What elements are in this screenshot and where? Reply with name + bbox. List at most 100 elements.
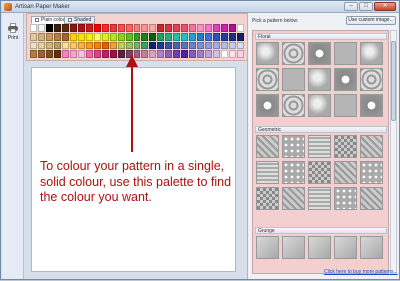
colour-swatch[interactable] [45,50,53,58]
pattern-tile[interactable] [282,68,305,91]
colour-swatch[interactable] [237,32,244,41]
pattern-tile[interactable] [282,135,305,158]
pattern-tile[interactable] [282,161,305,184]
colour-swatch[interactable] [101,32,109,41]
pattern-tile[interactable] [360,161,383,184]
colour-swatch[interactable] [53,50,61,58]
colour-swatch[interactable] [93,41,101,50]
colour-swatch[interactable] [213,50,221,58]
colour-swatch[interactable] [237,50,244,58]
pattern-tile[interactable] [360,187,383,210]
colour-swatch[interactable] [213,41,221,50]
minimize-button[interactable]: – [344,2,358,11]
title-bar[interactable]: Artisan Paper Maker – □ ✕ [1,1,399,13]
colour-swatch[interactable] [117,32,125,41]
colour-swatch[interactable] [197,32,205,41]
pattern-tile[interactable] [334,68,357,91]
colour-swatch[interactable] [221,32,229,41]
colour-swatch[interactable] [85,24,93,32]
colour-swatch[interactable] [45,32,53,41]
colour-swatch[interactable] [165,50,173,58]
colour-swatch[interactable] [125,50,133,58]
pattern-tile[interactable] [282,94,305,117]
pattern-tile[interactable] [308,161,331,184]
colour-swatch[interactable] [197,24,205,32]
colour-swatch[interactable] [117,50,125,58]
colour-swatch[interactable] [69,32,77,41]
colour-swatch[interactable] [77,32,85,41]
colour-swatch[interactable] [109,50,117,58]
colour-swatch[interactable] [229,41,237,50]
scroll-thumb[interactable] [391,41,396,121]
colour-swatch[interactable] [61,50,69,58]
pattern-tile[interactable] [334,187,357,210]
colour-swatch[interactable] [149,50,157,58]
colour-swatch[interactable] [181,41,189,50]
pattern-tile[interactable] [308,236,331,259]
colour-swatch[interactable] [133,32,141,41]
colour-swatch[interactable] [53,24,61,32]
colour-swatch[interactable] [109,32,117,41]
colour-swatch[interactable] [53,41,61,50]
colour-swatch[interactable] [125,24,133,32]
pattern-tile[interactable] [308,187,331,210]
colour-swatch[interactable] [141,41,149,50]
colour-swatch[interactable] [229,24,237,32]
colour-swatch[interactable] [197,50,205,58]
pattern-tile[interactable] [256,236,279,259]
colour-swatch[interactable] [30,50,37,58]
colour-swatch[interactable] [205,50,213,58]
pattern-tile[interactable] [308,68,331,91]
colour-swatch[interactable] [93,50,101,58]
colour-swatch[interactable] [93,24,101,32]
gallery-scrollbar[interactable] [390,30,397,274]
colour-swatch[interactable] [37,24,45,32]
colour-swatch[interactable] [61,41,69,50]
colour-swatch[interactable] [205,32,213,41]
colour-swatch[interactable] [37,32,45,41]
colour-swatch[interactable] [157,41,165,50]
pattern-tile[interactable] [308,42,331,65]
colour-swatch[interactable] [165,32,173,41]
pattern-tile[interactable] [360,94,383,117]
pattern-tile[interactable] [256,135,279,158]
colour-swatch[interactable] [165,41,173,50]
pattern-tile[interactable] [256,42,279,65]
colour-swatch[interactable] [205,24,213,32]
colour-swatch[interactable] [189,24,197,32]
use-custom-image-button[interactable]: Use custom image... [346,16,396,25]
colour-swatch[interactable] [157,50,165,58]
colour-swatch[interactable] [165,24,173,32]
pattern-tile[interactable] [282,187,305,210]
colour-swatch[interactable] [213,24,221,32]
buy-more-patterns-link[interactable]: Click here to buy more patterns... [324,269,398,275]
pattern-tile[interactable] [334,135,357,158]
pattern-tile[interactable] [282,236,305,259]
colour-swatch[interactable] [45,24,53,32]
colour-swatch[interactable] [141,24,149,32]
colour-swatch[interactable] [173,24,181,32]
colour-swatch[interactable] [237,24,244,32]
colour-swatch[interactable] [197,41,205,50]
colour-swatch[interactable] [173,41,181,50]
tab-shaded[interactable]: Shaded [64,16,96,24]
colour-swatch[interactable] [141,50,149,58]
colour-swatch[interactable] [30,32,37,41]
colour-swatch[interactable] [125,41,133,50]
colour-swatch[interactable] [229,32,237,41]
pattern-tile[interactable] [256,68,279,91]
pattern-tile[interactable] [334,42,357,65]
colour-swatch[interactable] [93,32,101,41]
colour-swatch[interactable] [189,32,197,41]
pattern-tile[interactable] [334,161,357,184]
colour-swatch[interactable] [61,24,69,32]
pattern-tile[interactable] [360,42,383,65]
colour-swatch[interactable] [101,50,109,58]
colour-swatch[interactable] [77,50,85,58]
pattern-tile[interactable] [256,187,279,210]
colour-swatch[interactable] [133,24,141,32]
colour-swatch[interactable] [85,32,93,41]
pattern-tile[interactable] [256,94,279,117]
colour-swatch[interactable] [61,32,69,41]
colour-swatch[interactable] [117,41,125,50]
